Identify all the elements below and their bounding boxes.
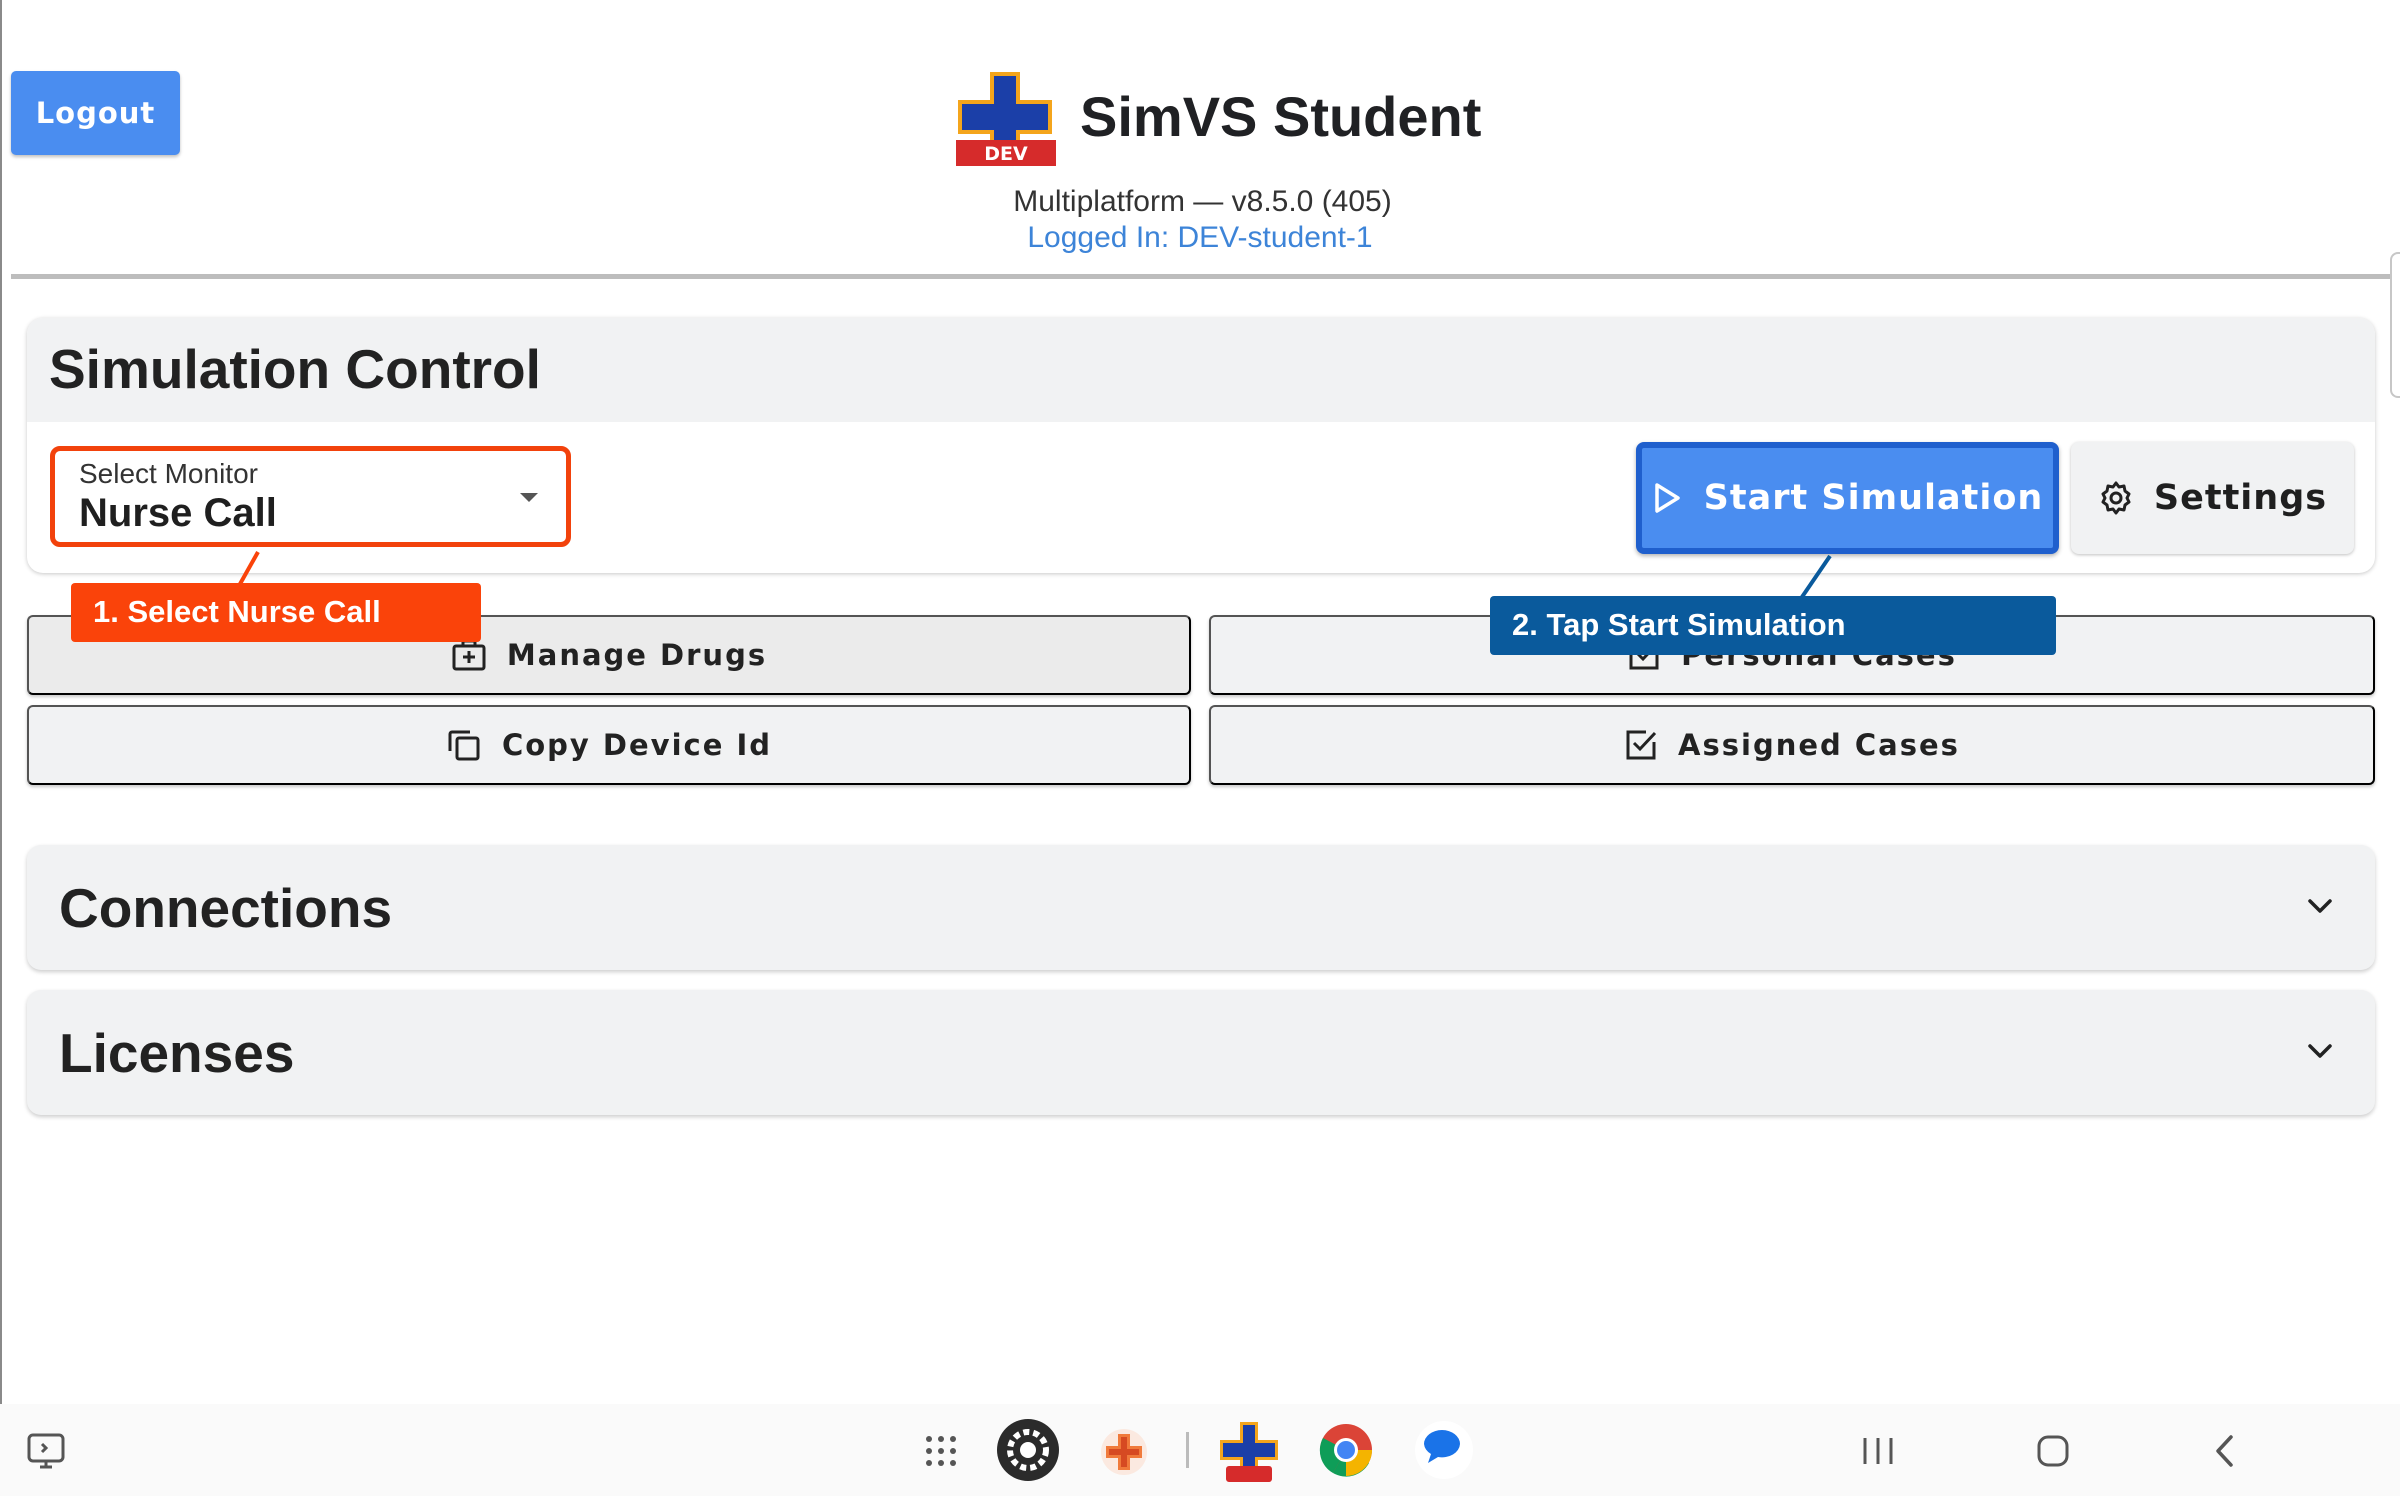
monitor-select[interactable]: Select Monitor Nurse Call bbox=[50, 446, 571, 547]
back-icon[interactable] bbox=[2212, 1434, 2238, 1468]
chevron-down-icon bbox=[2308, 899, 2332, 913]
logout-button[interactable]: Logout bbox=[11, 71, 180, 155]
chevron-down-icon bbox=[2308, 1044, 2332, 1058]
connections-section[interactable]: Connections bbox=[27, 845, 2375, 970]
checkbox-icon bbox=[1626, 730, 1657, 760]
licenses-title: Licenses bbox=[59, 1022, 295, 1084]
copy-device-id-button[interactable]: Copy Device Id bbox=[27, 705, 1191, 785]
start-simulation-label: Start Simulation bbox=[1703, 478, 2044, 518]
dock-separator bbox=[1186, 1432, 1189, 1468]
home-icon[interactable] bbox=[2036, 1434, 2070, 1468]
header-divider bbox=[11, 274, 2400, 279]
screen-share-icon[interactable] bbox=[26, 1432, 66, 1470]
medical-kit-icon bbox=[452, 639, 486, 671]
settings-button[interactable]: Settings bbox=[2071, 442, 2354, 554]
play-icon bbox=[1654, 483, 1680, 513]
manage-drugs-label: Manage Drugs bbox=[506, 638, 768, 672]
chrome-app-icon[interactable] bbox=[1318, 1422, 1374, 1478]
simulation-control-title: Simulation Control bbox=[49, 338, 541, 400]
logo-badge-text: DEV bbox=[984, 143, 1028, 165]
simvs-dev-app-icon[interactable] bbox=[1216, 1418, 1282, 1484]
version-text: Multiplatform — v8.5.0 (405) bbox=[0, 182, 2400, 222]
simvs-logo-icon: DEV bbox=[956, 72, 1056, 166]
licenses-section[interactable]: Licenses bbox=[27, 990, 2375, 1115]
edge-panel-handle[interactable] bbox=[2390, 252, 2400, 398]
settings-app-icon[interactable] bbox=[996, 1418, 1060, 1482]
callout-step-2: 2. Tap Start Simulation bbox=[1490, 596, 2056, 655]
recents-icon[interactable] bbox=[1860, 1436, 1896, 1466]
connections-title: Connections bbox=[59, 877, 393, 939]
app-title: SimVS Student bbox=[1080, 85, 1482, 148]
simulation-control-header: Simulation Control bbox=[27, 318, 2375, 422]
simvs-app-icon[interactable] bbox=[1100, 1428, 1148, 1476]
settings-label: Settings bbox=[2153, 478, 2328, 518]
messages-app-icon[interactable] bbox=[1414, 1420, 1474, 1480]
version-value: Multiplatform — v8.5.0 (405) bbox=[1013, 185, 1392, 218]
monitor-select-value: Nurse Call bbox=[79, 491, 277, 535]
copy-device-id-label: Copy Device Id bbox=[501, 728, 773, 762]
callout-step-1: 1. Select Nurse Call bbox=[71, 583, 481, 642]
copy-icon bbox=[448, 730, 480, 761]
start-simulation-button[interactable]: Start Simulation bbox=[1636, 442, 2059, 554]
logged-in-text: Logged In: DEV-student-1 bbox=[1027, 221, 1373, 254]
assigned-cases-button[interactable]: Assigned Cases bbox=[1209, 705, 2375, 785]
assigned-cases-label: Assigned Cases bbox=[1678, 728, 1960, 762]
gear-icon bbox=[2101, 481, 2131, 515]
dropdown-arrow-icon bbox=[520, 493, 538, 502]
app-grid-icon[interactable] bbox=[924, 1434, 958, 1468]
